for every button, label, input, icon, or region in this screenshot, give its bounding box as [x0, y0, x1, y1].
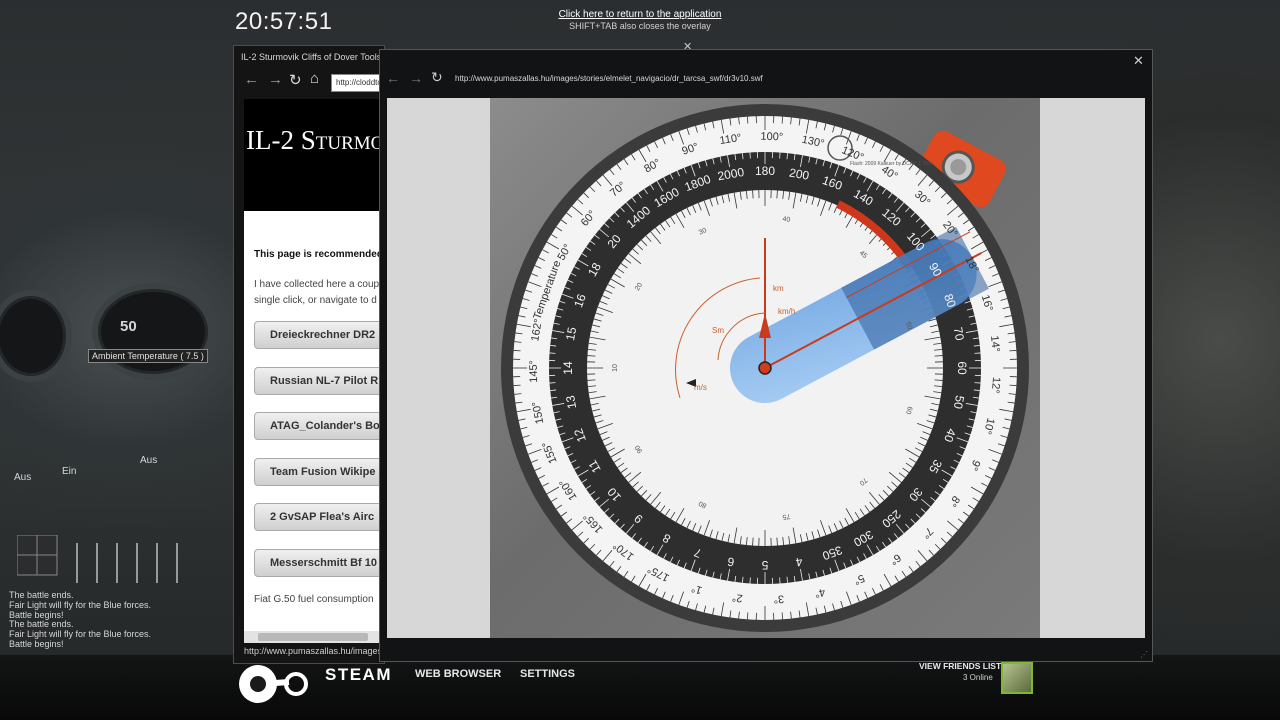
online-count: 3 Online [963, 673, 993, 682]
steam-bottom-bar [0, 655, 1280, 720]
back-arrow-icon[interactable]: ← [386, 70, 400, 86]
overlay-clock: 20:57:51 [235, 8, 333, 35]
forward-arrow-icon[interactable]: → [409, 70, 423, 86]
scale-tick [934, 355, 943, 357]
scale-label: 40 [782, 216, 791, 224]
scale-label: 50 [951, 394, 967, 410]
link-button-nl7[interactable]: Russian NL-7 Pilot R [254, 367, 384, 395]
unit-label: km [773, 284, 784, 293]
scale-tick [776, 537, 778, 546]
gauge-label: 50 [120, 318, 137, 335]
reload-icon[interactable]: ↻ [431, 69, 443, 86]
scale-label: 14 [561, 361, 575, 375]
flight-computer[interactable]: Flash: 2009 Kalkuer by DCAV: L.Tom 50°60… [490, 98, 1040, 638]
log-line: Battle begins! [9, 638, 64, 649]
hud-tooltip: Ambient Temperature ( 7.5 ) [88, 349, 208, 363]
unit-label: m/s [694, 383, 707, 392]
forward-arrow-icon[interactable]: → [268, 71, 283, 88]
menu-settings[interactable]: SETTINGS [520, 668, 575, 680]
window-title: IL-2 Sturmovik Cliffs of Dover Tools [241, 52, 382, 62]
battle-log: The battle ends. Fair Light will fly for… [9, 590, 151, 650]
address-bar[interactable]: http://www.pumaszallas.hu/images/stories… [455, 74, 763, 83]
browser-window-back[interactable]: IL-2 Sturmovik Cliffs of Dover Tools ← →… [233, 45, 389, 664]
scale-label: 10 [612, 364, 619, 372]
scale-label: 100° [760, 131, 783, 144]
link-button-atag[interactable]: ATAG_Colander's Bo [254, 412, 384, 440]
steam-logo-icon [239, 665, 308, 703]
scrollbar-thumb[interactable] [258, 633, 368, 641]
minimap-widget [17, 535, 178, 583]
scale-tick [587, 379, 596, 381]
scale-label: 2° [731, 591, 743, 604]
return-to-app-link[interactable]: Click here to return to the application [540, 9, 740, 20]
page-title: IL-2 Sturmovik [246, 125, 384, 155]
scale-label: 60 [955, 361, 969, 375]
menu-web-browser[interactable]: WEB BROWSER [415, 668, 501, 680]
unit-label: km/h [778, 307, 795, 316]
switch-label: Aus [14, 472, 32, 483]
scale-label: 70 [951, 326, 967, 342]
scale-tick [776, 190, 778, 199]
page-header: IL-2 Sturmovik [244, 99, 384, 211]
scale-tick [934, 379, 943, 381]
recommend-text: This page is recommended [254, 249, 383, 260]
view-friends-link[interactable]: VIEW FRIENDS LIST [919, 661, 1001, 671]
back-arrow-icon[interactable]: ← [244, 71, 259, 88]
link-button-team-fusion[interactable]: Team Fusion Wikipe [254, 458, 384, 486]
scale-label: 180 [755, 164, 775, 178]
web-page: IL-2 Sturmovik This page is recommended … [244, 99, 384, 643]
scale-label: 145° [528, 360, 540, 383]
avatar[interactable] [1001, 662, 1033, 694]
scale-label: 5 [761, 558, 768, 572]
resize-grip-icon[interactable]: ⋰ [1140, 650, 1148, 659]
scale-label: 3° [773, 592, 784, 605]
link-button-gvsap[interactable]: 2 GvSAP Flea's Airc [254, 503, 384, 531]
temperature-gauge [92, 283, 214, 380]
center-pivot [758, 361, 772, 375]
link-button-bf110[interactable]: Messerschmitt Bf 10 [254, 549, 384, 577]
scale-label: 13 [563, 394, 579, 410]
switch-label: Ein [62, 466, 77, 477]
scale-label: 14° [988, 335, 1002, 353]
scale-label: 75 [782, 512, 791, 520]
return-hint: SHIFT+TAB also closes the overlay [569, 21, 711, 31]
web-viewport: Flash: 2009 Kalkuer by DCAV: L.Tom 50° 60… [387, 98, 1145, 638]
scale-label: 12° [989, 377, 1002, 394]
scale-tick [587, 355, 596, 357]
flash-content: Flash: 2009 Kalkuer by DCAV: L.Tom 50° 60… [490, 98, 1040, 638]
nav-bar: ← → ↻ ⌂ http://cloddtools [234, 68, 389, 96]
intro-text: single click, or navigate to d [254, 295, 377, 306]
steam-brand: STEAM [325, 665, 392, 684]
unit-label: Sm [712, 326, 724, 335]
status-url: http://www.pumaszallas.hu/images [244, 646, 383, 656]
scale-tick [752, 537, 754, 546]
browser-window-front[interactable]: ✕ ← → ↻ http://www.pumaszallas.hu/images… [379, 49, 1153, 662]
home-icon[interactable]: ⌂ [310, 70, 319, 87]
switch-label: Aus [140, 455, 158, 466]
footer-text: Fiat G.50 fuel consumption [254, 594, 374, 605]
reload-icon[interactable]: ↻ [289, 71, 302, 89]
intro-text: I have collected here a couple [254, 279, 384, 290]
link-button-dreieckrechner[interactable]: Dreieckrechner DR2 [254, 321, 384, 349]
close-icon[interactable]: ✕ [1133, 53, 1144, 69]
scale-label: 15 [563, 326, 579, 342]
horizontal-scrollbar[interactable] [244, 631, 384, 643]
scale-tick [752, 190, 754, 199]
